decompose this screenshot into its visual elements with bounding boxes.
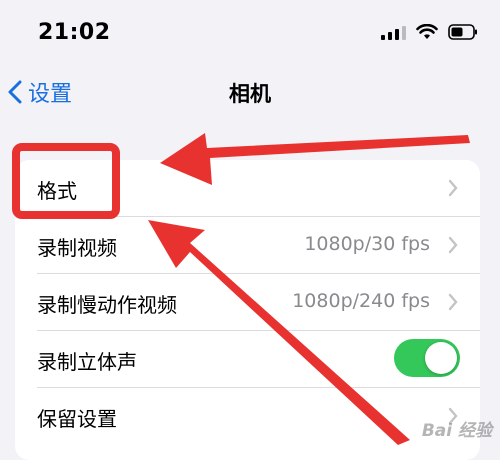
arrow-up-left-icon	[148, 220, 410, 445]
annotation-arrows	[148, 133, 470, 445]
watermark: Bai 经验	[421, 421, 492, 441]
arrow-left-icon	[160, 133, 470, 185]
